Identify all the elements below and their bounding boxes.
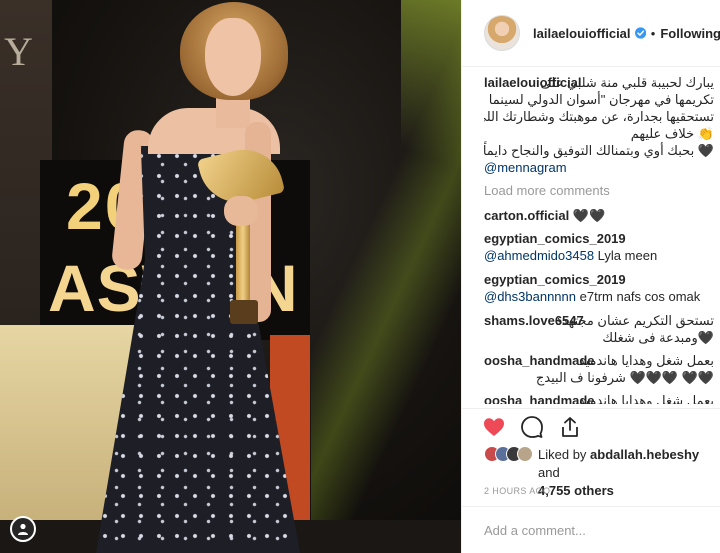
trophy-base xyxy=(230,300,258,324)
comment-mention-link[interactable]: @dhs3bannnnn xyxy=(484,289,576,304)
comment-text: Lyla meen xyxy=(597,248,658,263)
top-liker-link[interactable]: abdallah.hebeshy xyxy=(590,447,699,462)
likes-summary: Liked by abdallah.hebeshy and 4,755 othe… xyxy=(484,446,719,498)
caption-text-line-3: تستحقيها بجدارة، عن موهبتك وشطارتك اللي … xyxy=(484,109,714,124)
stage-green-light xyxy=(401,0,461,220)
user-silhouette-icon xyxy=(18,523,28,535)
caption-first-line: lailaelouiofficial يبارك لحبيبة قلبي منة… xyxy=(484,74,714,91)
caption-text-line-2: تكريمها في مهرجان "أسوان الدولي لسينما ا… xyxy=(484,92,714,107)
likes-prefix: Liked by xyxy=(538,447,587,462)
caption-text-line-1: يبارك لحبيبة قلبي منة شلبي على xyxy=(540,75,714,90)
caption-text-line-4: 👏 خلاف عليهم xyxy=(630,126,714,141)
liker-avatars[interactable] xyxy=(484,446,533,462)
avatar[interactable] xyxy=(484,15,520,51)
person-face xyxy=(205,18,261,96)
comment-text: بعمل شغل وهدايا هاندميد xyxy=(578,353,714,368)
add-comment-input[interactable] xyxy=(484,522,704,538)
caption-mention-link[interactable]: @mennagram xyxy=(484,159,714,177)
comment-item: oosha_handmade بعمل شغل وهدايا هاندميد 🖤… xyxy=(484,352,714,386)
comment-text: e7trm nafs cos omak xyxy=(579,289,701,304)
verified-badge-icon xyxy=(634,27,646,39)
comment-text: تستحق التكريم عشان مجتهدة xyxy=(554,313,714,328)
person-hand xyxy=(224,196,258,226)
comment-text: 🖤🖤 xyxy=(572,208,606,223)
comment-mention-link[interactable]: @ahmedmido3458 xyxy=(484,248,594,263)
likes-and: and xyxy=(538,465,560,480)
caption-text-line-5: 🖤 بحبك أوي وبتمنالك التوفيق والنجاح دايم… xyxy=(484,143,714,158)
header-username[interactable]: lailaelouiofficial xyxy=(533,26,631,41)
post-timestamp[interactable]: 2 HOURS AGO xyxy=(484,486,550,496)
header-separator: • xyxy=(650,25,656,41)
comment-text-line-2: 🖤ومبدعة فى شغلك xyxy=(602,330,714,345)
post-header: lailaelouiofficial • Following xyxy=(462,0,720,67)
comment-item: carton.official 🖤🖤 xyxy=(484,207,714,224)
comment-item: egyptian_comics_2019 @ahmedmido3458 Lyla… xyxy=(484,230,714,265)
load-more-comments-button[interactable]: Load more comments xyxy=(484,183,714,201)
comment-item: shams.love6547 تستحق التكريم عشان مجتهدة… xyxy=(484,312,714,346)
comments-list: lailaelouiofficial يبارك لحبيبة قلبي منة… xyxy=(484,74,714,404)
post-photo[interactable]: Y 2019 ASWAN xyxy=(0,0,461,553)
following-button[interactable]: Following xyxy=(660,26,720,41)
comment-username[interactable]: carton.official xyxy=(484,208,569,223)
tagged-user-icon[interactable] xyxy=(10,516,36,542)
share-icon[interactable] xyxy=(558,415,582,439)
add-comment-bar xyxy=(462,506,720,553)
comment-username[interactable]: egyptian_comics_2019 xyxy=(484,230,714,247)
backdrop-wall-text: Y xyxy=(4,29,33,74)
comment-text: بعمل شغل وهدايا هاندميد xyxy=(578,393,714,404)
comment-item: oosha_handmade بعمل شغل وهدايا هاندميد xyxy=(484,392,714,404)
action-bar xyxy=(462,408,720,444)
comment-text-line-2: 🖤🖤 🖤🖤🖤 شرفونا ف البيدج xyxy=(535,370,714,385)
heart-filled-icon[interactable] xyxy=(482,415,506,439)
comment-username[interactable]: egyptian_comics_2019 xyxy=(484,271,714,288)
likes-text: Liked by abdallah.hebeshy and 4,755 othe… xyxy=(538,446,719,500)
post-sidebar: lailaelouiofficial • Following lailaelou… xyxy=(461,0,720,553)
comment-item: egyptian_comics_2019 @dhs3bannnnn e7trm … xyxy=(484,271,714,306)
comment-icon[interactable] xyxy=(520,415,544,439)
